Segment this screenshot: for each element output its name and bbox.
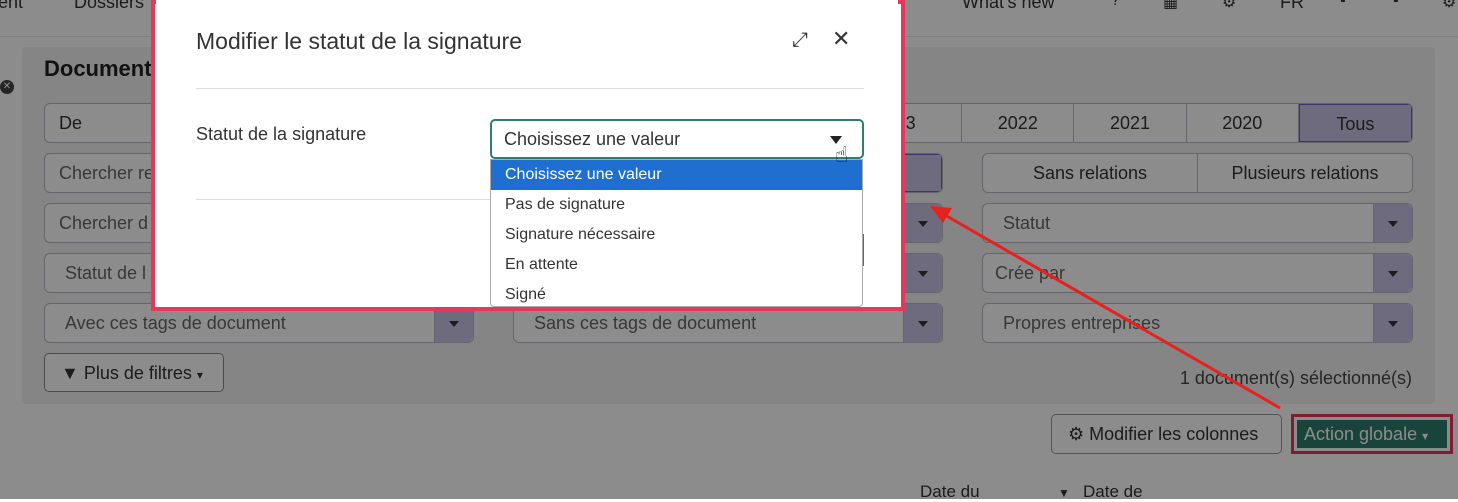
annotation-arrow (930, 206, 1281, 410)
arrow-line (944, 213, 1281, 410)
arrow-head (930, 206, 952, 223)
